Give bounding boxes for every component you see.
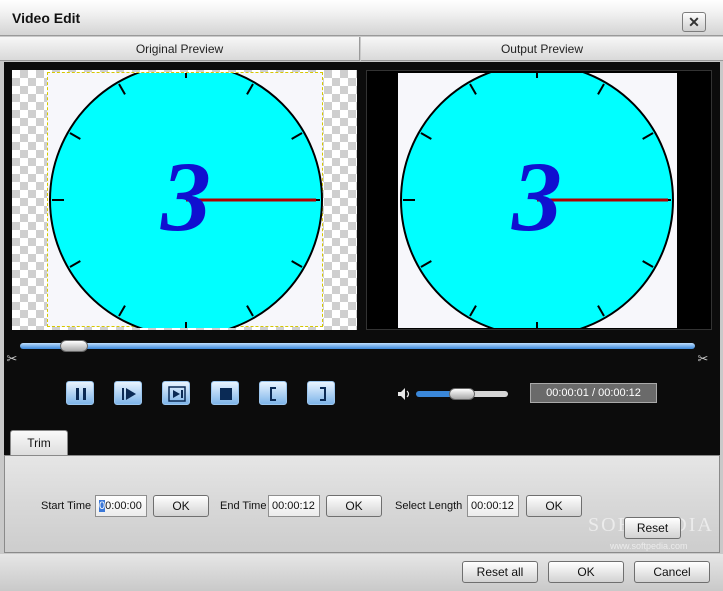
original-preview-header: Original Preview: [0, 37, 360, 61]
step-forward-icon: [122, 388, 136, 400]
mark-out-icon: [320, 387, 326, 401]
tab-trim[interactable]: Trim: [10, 430, 68, 456]
end-time-field[interactable]: 00:00:12: [268, 495, 320, 517]
volume-handle[interactable]: [449, 388, 475, 400]
output-preview-pane: 3: [366, 70, 712, 330]
mark-in-button[interactable]: [259, 381, 287, 405]
trim-end-scissor-icon[interactable]: ✂: [695, 349, 711, 369]
output-preview-header: Output Preview: [361, 37, 723, 61]
speaker-icon[interactable]: [396, 386, 412, 402]
countdown-digit: 3: [511, 141, 562, 252]
end-ok-button[interactable]: OK: [326, 495, 382, 517]
original-preview-pane: 3: [12, 70, 357, 330]
start-time-value: 0:00:00: [105, 500, 142, 512]
cancel-button[interactable]: Cancel: [634, 561, 710, 583]
countdown-digit: 3: [160, 141, 211, 252]
seek-handle[interactable]: [60, 340, 88, 352]
start-time-field[interactable]: 00:00:00: [95, 495, 147, 517]
output-video-frame: 3: [398, 73, 677, 328]
original-video-frame: 3: [47, 72, 323, 328]
stop-button[interactable]: [211, 381, 239, 405]
video-edit-window: Video Edit ✕ Original Preview Output Pre…: [0, 0, 723, 591]
stop-icon: [220, 388, 232, 400]
countdown-clock-original: 3: [49, 73, 323, 328]
reset-button[interactable]: Reset: [624, 517, 681, 539]
ok-button[interactable]: OK: [548, 561, 624, 583]
end-time-label: End Time: [220, 500, 267, 512]
title-bar: Video Edit ✕: [0, 0, 723, 36]
watermark-url: www.softpedia.com: [610, 541, 688, 551]
time-display: 00:00:01 / 00:00:12: [530, 383, 657, 403]
mark-out-button[interactable]: [307, 381, 335, 405]
reset-all-button[interactable]: Reset all: [462, 561, 538, 583]
step-forward-button[interactable]: [114, 381, 142, 405]
pause-button[interactable]: [66, 381, 94, 405]
start-time-label: Start Time: [41, 500, 92, 512]
start-ok-button[interactable]: OK: [153, 495, 209, 517]
select-length-label: Select Length: [395, 500, 463, 512]
countdown-clock-output: 3: [400, 73, 674, 328]
window-title: Video Edit: [12, 10, 81, 26]
mark-in-icon: [270, 387, 276, 401]
select-length-field[interactable]: 00:00:12: [467, 495, 519, 517]
close-button[interactable]: ✕: [682, 12, 706, 32]
seek-bar[interactable]: [20, 343, 695, 349]
next-frame-icon: [168, 386, 186, 402]
pause-icon: [76, 388, 86, 400]
next-frame-button[interactable]: [162, 381, 190, 405]
length-ok-button[interactable]: OK: [526, 495, 582, 517]
trim-start-scissor-icon[interactable]: ✂: [4, 349, 20, 369]
close-icon: ✕: [688, 14, 700, 30]
tab-strip: [4, 426, 720, 456]
